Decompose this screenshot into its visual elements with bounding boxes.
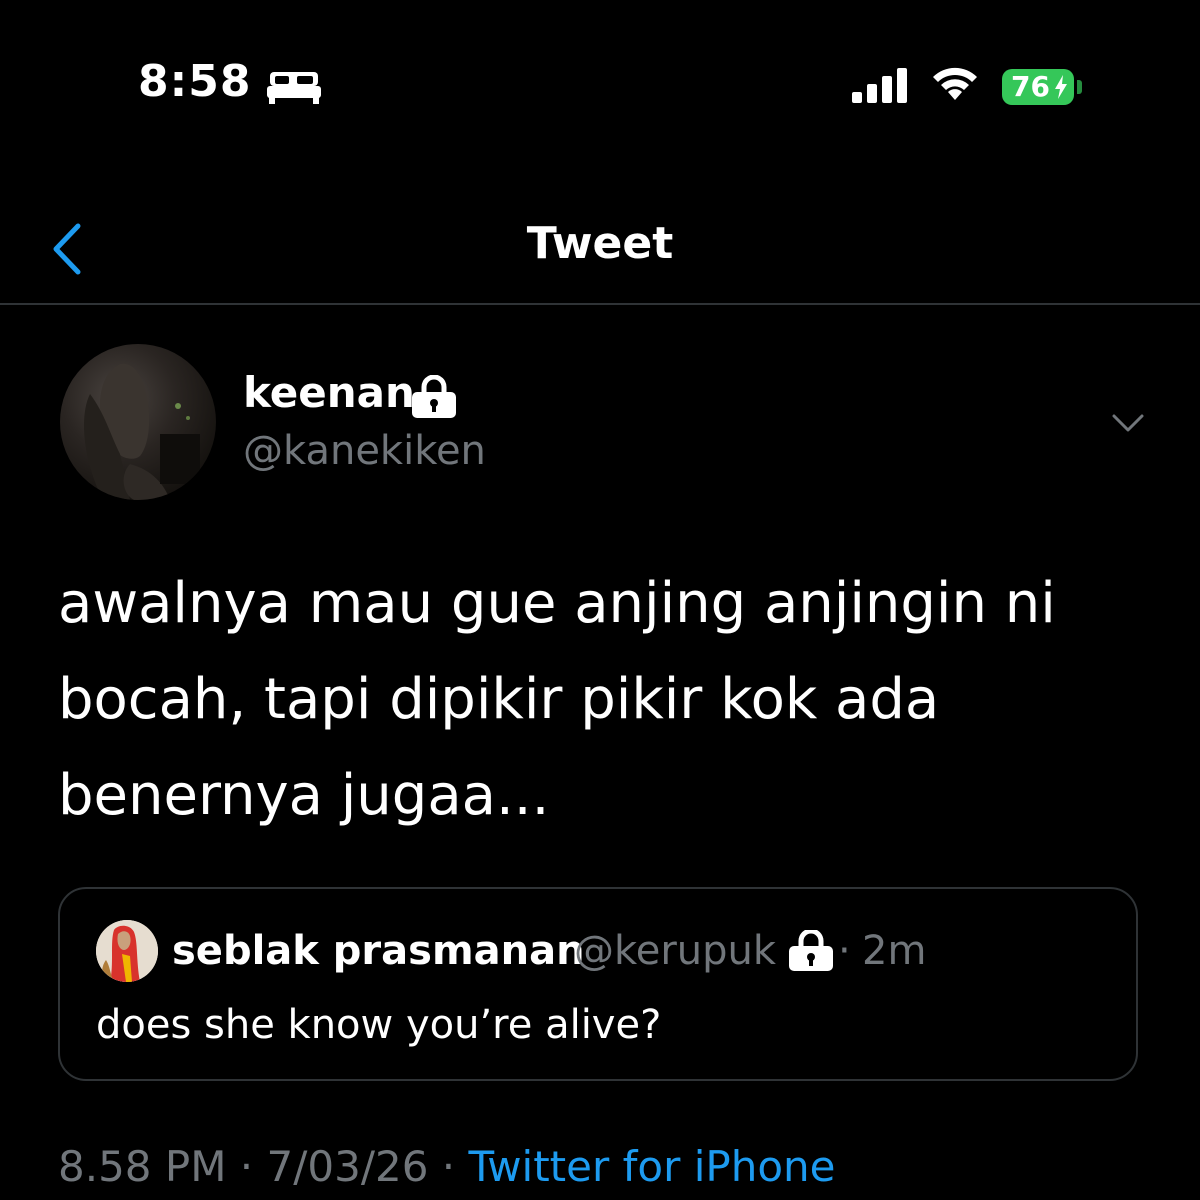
quote-avatar-image	[96, 920, 158, 982]
wifi-icon	[933, 67, 977, 100]
chevron-down-icon[interactable]	[1110, 408, 1146, 438]
nav-divider	[0, 303, 1200, 305]
status-time: 8:58	[138, 56, 252, 107]
page-title: Tweet	[526, 218, 674, 269]
quote-time: 2m	[862, 928, 927, 974]
battery-percentage: 76	[1011, 70, 1050, 103]
lock-icon	[412, 375, 456, 418]
signal-icon	[852, 68, 907, 103]
author-handle[interactable]: @kanekiken	[243, 428, 486, 474]
quote-author-handle: @kerupuk	[574, 928, 777, 974]
tweet-source-link[interactable]: Twitter for iPhone	[468, 1142, 835, 1191]
battery-tip	[1077, 80, 1082, 94]
author-name[interactable]: keenan	[243, 368, 415, 417]
avatar-image	[84, 363, 200, 500]
meta-separator: ·	[226, 1142, 267, 1191]
quote-avatar	[96, 920, 158, 982]
tweet-time: 8.58 PM	[58, 1142, 227, 1191]
tweet-meta: 8.58 PM · 7/03/26 · Twitter for iPhone	[58, 1142, 835, 1191]
tweet-date: 7/03/26	[266, 1142, 429, 1191]
quote-author-name: seblak prasmanan	[172, 928, 585, 974]
bolt-icon	[1055, 75, 1067, 99]
meta-separator: ·	[428, 1142, 469, 1191]
tweet-text: awalnya mau gue anjing anjingin ni bocah…	[58, 571, 1056, 828]
quoted-tweet-card[interactable]	[58, 887, 1138, 1081]
bed-icon	[267, 72, 321, 104]
avatar[interactable]	[60, 344, 216, 500]
quote-separator: ·	[838, 928, 851, 974]
lock-icon	[789, 930, 833, 971]
quote-text: does she know you’re alive?	[96, 1002, 662, 1048]
